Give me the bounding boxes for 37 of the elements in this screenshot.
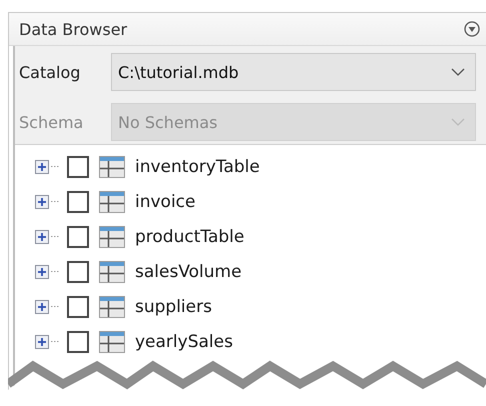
expand-icon[interactable] <box>35 160 49 174</box>
expand-icon[interactable] <box>35 230 49 244</box>
expand-icon[interactable] <box>35 264 49 278</box>
tree-connector-line <box>51 271 59 272</box>
chevron-down-icon <box>451 68 465 76</box>
table-icon <box>99 226 125 248</box>
tree-connector-line <box>51 306 59 307</box>
expand-icon[interactable] <box>35 194 49 208</box>
table-name[interactable]: inventoryTable <box>135 156 260 176</box>
chevron-down-icon <box>451 118 465 126</box>
tree-connector-line <box>51 236 59 237</box>
table-name[interactable]: suppliers <box>135 296 212 316</box>
field-label: Schema <box>18 112 84 132</box>
table-name[interactable]: salesVolume <box>135 262 242 282</box>
dropdown-menu-icon[interactable] <box>464 21 480 37</box>
expand-icon[interactable] <box>35 334 49 348</box>
table-icon <box>99 156 125 178</box>
checkbox[interactable] <box>67 226 89 248</box>
checkbox[interactable] <box>67 296 89 318</box>
table-icon <box>99 260 125 282</box>
tree-connector-line <box>51 166 59 167</box>
table-name[interactable]: invoice <box>135 192 196 212</box>
tree-connector-line <box>51 341 59 342</box>
checkbox[interactable] <box>67 260 89 282</box>
field-label: Catalog <box>18 62 82 82</box>
panel-title: Data Browser <box>19 20 128 38</box>
tree-connector-line <box>51 201 59 202</box>
checkbox[interactable] <box>67 190 89 212</box>
dropdown-field[interactable]: C:\tutorial.mdb <box>111 53 476 91</box>
table-icon <box>99 330 125 352</box>
table-name[interactable]: yearlySales <box>135 332 233 352</box>
checkbox[interactable] <box>67 330 89 352</box>
table-icon <box>99 190 125 212</box>
table-icon <box>99 296 125 318</box>
table-name[interactable]: productTable <box>135 226 244 246</box>
expand-icon[interactable] <box>35 300 49 314</box>
checkbox[interactable] <box>67 156 89 178</box>
